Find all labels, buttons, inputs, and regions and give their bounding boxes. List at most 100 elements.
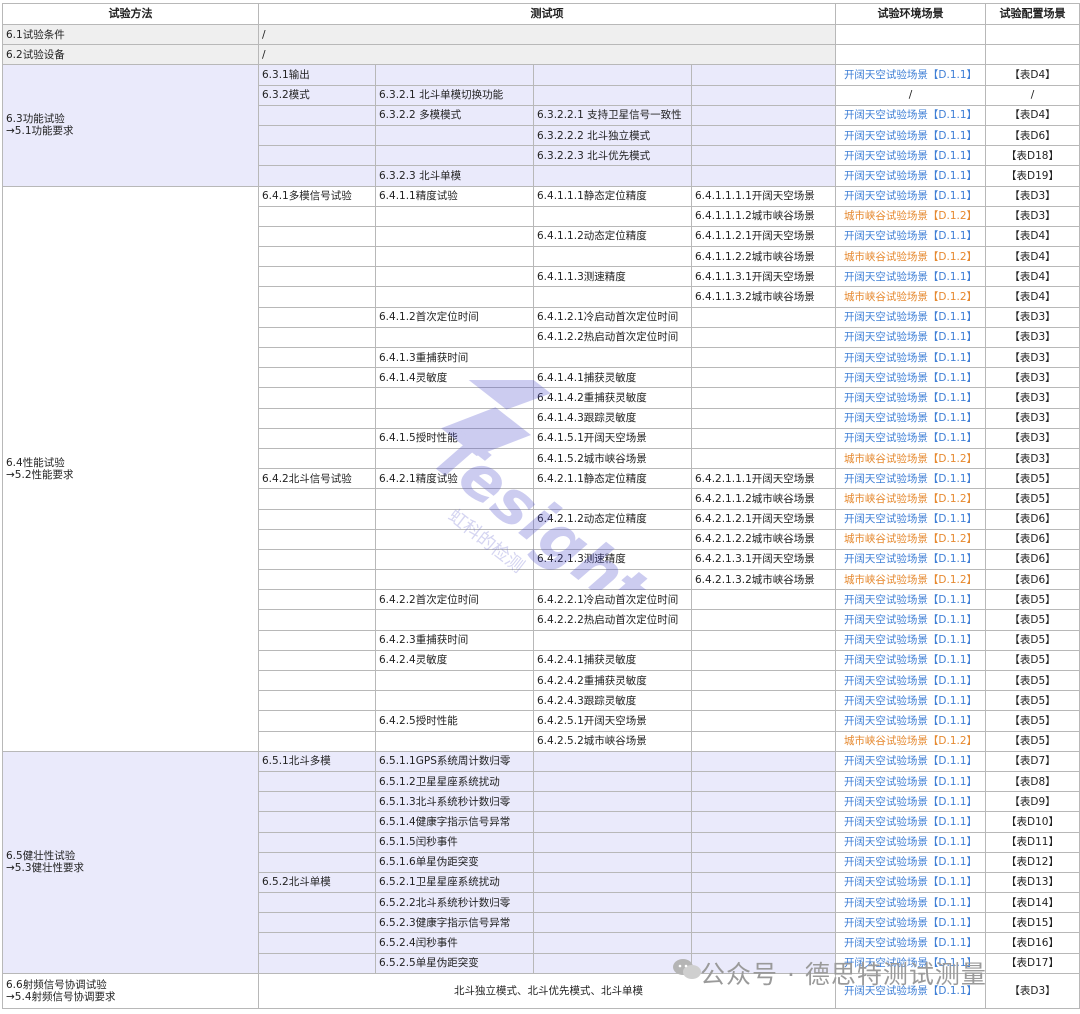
test-item-level-3 <box>533 569 692 591</box>
config-scene-cell: 【表D5】 <box>985 488 1080 510</box>
env-scene-link[interactable]: 开阔天空试验场景【D.1.1】 <box>835 629 986 651</box>
env-scene-link[interactable]: 开阔天空试验场景【D.1.1】 <box>835 145 986 167</box>
test-item-level-2: 6.5.1.5闰秒事件 <box>375 831 534 853</box>
env-scene-link[interactable]: 开阔天空试验场景【D.1.1】 <box>835 649 986 672</box>
env-scene-link[interactable]: 开阔天空试验场景【D.1.1】 <box>835 64 986 86</box>
env-scene-link[interactable]: 城市峡谷试验场景【D.1.2】 <box>835 528 986 550</box>
test-item-level-2: 6.5.2.1卫星星座系统扰动 <box>375 871 534 894</box>
env-scene-link[interactable]: 开阔天空试验场景【D.1.1】 <box>835 367 986 389</box>
test-item-level-4: 6.4.2.1.2.2城市峡谷场景 <box>691 528 836 550</box>
env-scene-link[interactable]: 城市峡谷试验场景【D.1.2】 <box>835 286 986 308</box>
test-item-level-4 <box>691 104 836 126</box>
test-item-level-4 <box>691 124 836 147</box>
test-item-level-2 <box>375 266 534 288</box>
test-item-level-3 <box>533 811 692 833</box>
table-header-row: 试验方法 测试项 试验环境场景 试验配置场景 <box>2 3 1080 25</box>
env-scene-link[interactable]: 开阔天空试验场景【D.1.1】 <box>835 912 986 934</box>
env-scene-link[interactable]: 开阔天空试验场景【D.1.1】 <box>835 407 986 429</box>
test-item-level-4 <box>691 851 836 873</box>
test-item-level-2: 6.4.2.4灵敏度 <box>375 649 534 672</box>
test-item-level-2 <box>375 447 534 470</box>
env-scene-link[interactable]: 开阔天空试验场景【D.1.1】 <box>835 791 986 813</box>
test-item-level-1 <box>258 225 376 248</box>
env-scene-link[interactable]: 开阔天空试验场景【D.1.1】 <box>835 548 986 571</box>
env-scene-link[interactable]: 开阔天空试验场景【D.1.1】 <box>835 165 986 187</box>
test-item-level-2: 6.5.2.4闰秒事件 <box>375 932 534 954</box>
test-item-level-2: 6.4.1.5授时性能 <box>375 427 534 449</box>
test-item-level-2: 6.5.2.3健康字指示信号异常 <box>375 912 534 934</box>
test-item-level-3 <box>533 488 692 510</box>
env-scene-link[interactable]: 开阔天空试验场景【D.1.1】 <box>835 468 986 490</box>
env-cell <box>835 23 986 46</box>
env-scene-link[interactable]: 开阔天空试验场景【D.1.1】 <box>835 306 986 328</box>
env-scene-link[interactable]: 开阔天空试验场景【D.1.1】 <box>835 851 986 873</box>
config-scene-cell: 【表D5】 <box>985 609 1080 631</box>
config-scene-cell: 【表D6】 <box>985 124 1080 147</box>
env-scene-link[interactable]: 开阔天空试验场景【D.1.1】 <box>835 952 986 974</box>
env-scene-link[interactable]: 开阔天空试验场景【D.1.1】 <box>835 589 986 611</box>
env-scene-link[interactable]: 开阔天空试验场景【D.1.1】 <box>835 669 986 692</box>
test-item-level-3: 6.4.1.4.1捕获灵敏度 <box>533 367 692 389</box>
config-scene-cell: 【表D7】 <box>985 750 1080 772</box>
env-scene-link[interactable]: 开阔天空试验场景【D.1.1】 <box>835 326 986 349</box>
env-scene-link[interactable]: 开阔天空试验场景【D.1.1】 <box>835 185 986 207</box>
test-item-level-1 <box>258 387 376 409</box>
env-scene-link[interactable]: 开阔天空试验场景【D.1.1】 <box>835 932 986 954</box>
env-scene-link[interactable]: 开阔天空试验场景【D.1.1】 <box>835 508 986 530</box>
env-scene-link[interactable]: 开阔天空试验场景【D.1.1】 <box>835 427 986 449</box>
test-item-level-3 <box>533 871 692 894</box>
test-item-level-1 <box>258 286 376 308</box>
test-item-level-1 <box>258 730 376 752</box>
test-item-level-2 <box>375 488 534 510</box>
test-item-level-3: 6.4.2.1.1静态定位精度 <box>533 468 692 490</box>
env-scene-link[interactable]: 开阔天空试验场景【D.1.1】 <box>835 831 986 853</box>
env-scene-link[interactable]: 开阔天空试验场景【D.1.1】 <box>835 690 986 712</box>
test-item-level-2: 6.4.2.5授时性能 <box>375 710 534 732</box>
env-scene-link[interactable]: 开阔天空试验场景【D.1.1】 <box>835 104 986 126</box>
env-scene-link[interactable]: 开阔天空试验场景【D.1.1】 <box>835 972 986 1009</box>
env-scene-link[interactable]: 开阔天空试验场景【D.1.1】 <box>835 871 986 894</box>
env-scene-link[interactable]: 城市峡谷试验场景【D.1.2】 <box>835 205 986 227</box>
config-scene-cell: / <box>985 84 1080 106</box>
test-item-level-2 <box>375 609 534 631</box>
env-scene-link[interactable]: 开阔天空试验场景【D.1.1】 <box>835 346 986 369</box>
env-scene-link[interactable]: 开阔天空试验场景【D.1.1】 <box>835 892 986 914</box>
env-scene-link[interactable]: 开阔天空试验场景【D.1.1】 <box>835 770 986 793</box>
test-item-level-1 <box>258 346 376 369</box>
test-item-level-4 <box>691 447 836 470</box>
method-cell: 6.4性能试验 →5.2性能要求 <box>2 185 259 752</box>
env-scene-link[interactable]: 开阔天空试验场景【D.1.1】 <box>835 124 986 147</box>
test-item-level-4 <box>691 750 836 772</box>
test-item-level-1 <box>258 629 376 651</box>
env-scene-link[interactable]: 城市峡谷试验场景【D.1.2】 <box>835 447 986 470</box>
test-item-level-4 <box>691 649 836 672</box>
test-item-level-3: 6.4.1.4.3跟踪灵敏度 <box>533 407 692 429</box>
env-scene-link[interactable]: 城市峡谷试验场景【D.1.2】 <box>835 246 986 268</box>
test-item-level-2 <box>375 124 534 147</box>
env-scene-link[interactable]: 开阔天空试验场景【D.1.1】 <box>835 609 986 631</box>
test-item-level-4 <box>691 912 836 934</box>
test-item-level-2: 6.4.1.4灵敏度 <box>375 367 534 389</box>
env-scene-link[interactable]: 城市峡谷试验场景【D.1.2】 <box>835 488 986 510</box>
test-item-level-1 <box>258 104 376 126</box>
env-scene-link[interactable]: 开阔天空试验场景【D.1.1】 <box>835 225 986 248</box>
config-scene-cell: 【表D3】 <box>985 306 1080 328</box>
env-scene-link[interactable]: 城市峡谷试验场景【D.1.2】 <box>835 730 986 752</box>
env-scene-link[interactable]: 城市峡谷试验场景【D.1.2】 <box>835 569 986 591</box>
env-scene-link[interactable]: 开阔天空试验场景【D.1.1】 <box>835 811 986 833</box>
env-scene-link[interactable]: 开阔天空试验场景【D.1.1】 <box>835 266 986 288</box>
test-item-level-4 <box>691 690 836 712</box>
table-row: 6.3功能试验 →5.1功能要求 6.3.1输出 开阔天空试验场景【D.1.1】 【表D… <box>2 64 1080 187</box>
config-scene-cell: 【表D15】 <box>985 912 1080 934</box>
env-scene-link[interactable]: 开阔天空试验场景【D.1.1】 <box>835 710 986 732</box>
config-scene-cell: 【表D3】 <box>985 205 1080 227</box>
config-scene-cell: 【表D6】 <box>985 548 1080 571</box>
test-item-level-1 <box>258 326 376 349</box>
env-scene-link[interactable]: 开阔天空试验场景【D.1.1】 <box>835 387 986 409</box>
config-scene-cell: 【表D5】 <box>985 710 1080 732</box>
env-scene-link[interactable]: 开阔天空试验场景【D.1.1】 <box>835 750 986 772</box>
header-test-item: 测试项 <box>258 3 836 25</box>
test-item-level-3 <box>533 528 692 550</box>
test-item-level-3 <box>533 912 692 934</box>
test-item-level-1 <box>258 124 376 147</box>
